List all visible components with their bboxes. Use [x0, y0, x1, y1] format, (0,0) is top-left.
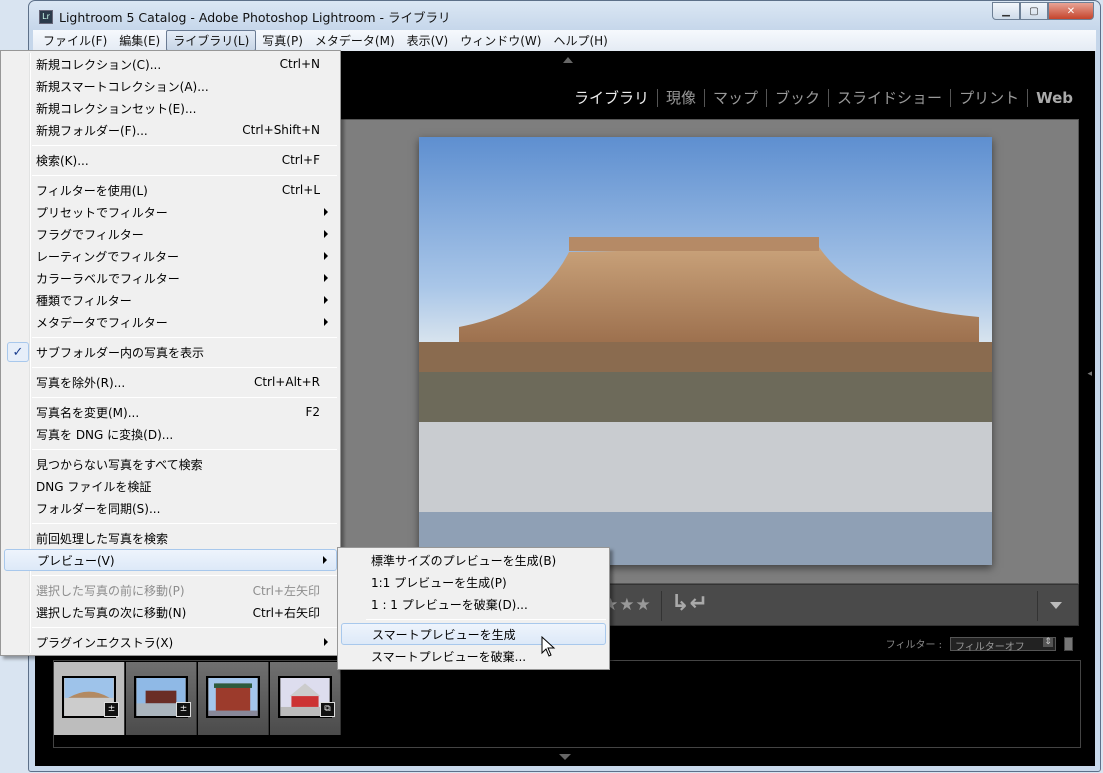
- submenu-arrow-icon: [324, 638, 328, 646]
- menu-item-validate-dng[interactable]: DNG ファイルを検証: [4, 475, 337, 497]
- checkmark-icon: ✓: [7, 342, 29, 362]
- menu-item-build-standard-previews[interactable]: 標準サイズのプレビューを生成(B): [341, 549, 606, 571]
- rating-stars[interactable]: ★★★: [603, 595, 652, 615]
- menu-item-show-subfolders[interactable]: ✓ サブフォルダー内の写真を表示: [4, 341, 337, 363]
- edit-adjust-icon: ±: [176, 702, 191, 717]
- menu-item-filter-by-color-label[interactable]: カラーラベルでフィルター: [4, 267, 337, 289]
- menu-item-new-folder[interactable]: 新規フォルダー(F)... Ctrl+Shift+N: [4, 119, 337, 141]
- menu-metadata[interactable]: メタデータ(M): [309, 31, 401, 50]
- filmstrip-thumbnail[interactable]: [198, 662, 269, 735]
- smart-preview-icon: ⧉: [320, 702, 335, 717]
- title-bar: Lr Lightroom 5 Catalog - Adobe Photoshop…: [39, 7, 451, 26]
- close-button[interactable]: ✕: [1048, 2, 1094, 20]
- submenu-arrow-icon: [324, 318, 328, 326]
- minimize-button[interactable]: ▁: [992, 2, 1020, 20]
- menu-file[interactable]: ファイル(F): [37, 31, 113, 50]
- menu-item-new-smart-collection[interactable]: 新規スマートコレクション(A)...: [4, 75, 337, 97]
- module-library[interactable]: ライブラリ: [566, 87, 657, 108]
- menu-view[interactable]: 表示(V): [401, 31, 455, 50]
- menu-item-convert-to-dng[interactable]: 写真を DNG に変換(D)...: [4, 423, 337, 445]
- menu-item-discard-1to1-previews[interactable]: 1 : 1 プレビューを破棄(D)...: [341, 593, 606, 615]
- menu-bar: ファイル(F) 編集(E) ライブラリ(L) 写真(P) メタデータ(M) 表示…: [33, 30, 1096, 51]
- menu-photo[interactable]: 写真(P): [256, 31, 309, 50]
- mouse-cursor-icon: [541, 636, 556, 657]
- submenu-arrow-icon: [324, 296, 328, 304]
- loupe-view: [340, 119, 1079, 584]
- menu-item-new-collection[interactable]: 新規コレクション(C)... Ctrl+N: [4, 53, 337, 75]
- submenu-arrow-icon: [324, 274, 328, 282]
- module-web[interactable]: Web: [1028, 89, 1081, 107]
- menu-item-filter-by-preset[interactable]: プリセットでフィルター: [4, 201, 337, 223]
- filter-select[interactable]: フィルターオフ: [950, 636, 1056, 653]
- menu-window[interactable]: ウィンドウ(W): [454, 31, 547, 50]
- window-title: Lightroom 5 Catalog - Adobe Photoshop Li…: [59, 10, 451, 25]
- module-map[interactable]: マップ: [705, 87, 766, 108]
- menu-edit[interactable]: 編集(E): [113, 31, 166, 50]
- library-menu-dropdown: 新規コレクション(C)... Ctrl+N 新規スマートコレクション(A)... …: [0, 50, 341, 656]
- menu-item-find-missing[interactable]: 見つからない写真をすべて検索: [4, 453, 337, 475]
- filmstrip-header: フィルター : フィルターオフ: [885, 636, 1073, 653]
- menu-item-discard-smart-previews[interactable]: スマートプレビューを破棄...: [341, 645, 606, 667]
- menu-item-filter-by-metadata[interactable]: メタデータでフィルター: [4, 311, 337, 333]
- menu-item-remove-photos[interactable]: 写真を除外(R)... Ctrl+Alt+R: [4, 371, 337, 393]
- menu-item-find-previous[interactable]: 前回処理した写真を検索: [4, 527, 337, 549]
- filter-toggle-switch[interactable]: [1064, 636, 1073, 651]
- menu-item-build-smart-previews[interactable]: スマートプレビューを生成: [341, 623, 606, 645]
- menu-item-next-photo[interactable]: 選択した写真の次に移動(N) Ctrl+右矢印: [4, 601, 337, 623]
- rotate-left-icon[interactable]: ↳↵: [671, 591, 708, 616]
- collapse-bottom-panel-icon[interactable]: [559, 754, 571, 760]
- maximize-button[interactable]: ▢: [1020, 2, 1048, 20]
- collapse-top-panel-icon[interactable]: [563, 57, 573, 63]
- menu-item-enable-filters[interactable]: フィルターを使用(L) Ctrl+L: [4, 179, 337, 201]
- module-slideshow[interactable]: スライドショー: [829, 87, 950, 108]
- menu-item-sync-folder[interactable]: フォルダーを同期(S)...: [4, 497, 337, 519]
- lightroom-app-icon: Lr: [39, 9, 53, 24]
- submenu-arrow-icon: [324, 208, 328, 216]
- filmstrip-thumbnail[interactable]: ⧉: [270, 662, 341, 735]
- toolbar-options-dropdown-icon[interactable]: [1050, 602, 1062, 609]
- menu-item-find[interactable]: 検索(K)... Ctrl+F: [4, 149, 337, 171]
- submenu-arrow-icon: [324, 252, 328, 260]
- module-print[interactable]: プリント: [951, 87, 1027, 108]
- menu-item-filter-by-flag[interactable]: フラグでフィルター: [4, 223, 337, 245]
- submenu-arrow-icon: [324, 230, 328, 238]
- menu-item-filter-by-kind[interactable]: 種類でフィルター: [4, 289, 337, 311]
- filmstrip: ± ± ⧉: [53, 660, 1081, 748]
- menu-item-plugin-extras[interactable]: プラグインエクストラ(X): [4, 631, 337, 653]
- module-develop[interactable]: 現像: [658, 87, 704, 108]
- preview-submenu: 標準サイズのプレビューを生成(B) 1:1 プレビューを生成(P) 1 : 1 …: [337, 547, 610, 670]
- expand-right-panel-icon[interactable]: ◂: [1087, 369, 1092, 379]
- filmstrip-thumbnail[interactable]: ±: [126, 662, 197, 735]
- menu-item-previews[interactable]: プレビュー(V): [4, 549, 337, 571]
- menu-item-filter-by-rating[interactable]: レーティングでフィルター: [4, 245, 337, 267]
- submenu-arrow-icon: [323, 556, 327, 564]
- module-book[interactable]: ブック: [767, 87, 828, 108]
- menu-item-new-collection-set[interactable]: 新規コレクションセット(E)...: [4, 97, 337, 119]
- menu-item-previous-photo[interactable]: 選択した写真の前に移動(P) Ctrl+左矢印: [4, 579, 337, 601]
- menu-item-rename-photo[interactable]: 写真名を変更(M)... F2: [4, 401, 337, 423]
- edit-adjust-icon: ±: [104, 702, 119, 717]
- menu-library[interactable]: ライブラリ(L): [166, 30, 257, 51]
- menu-item-build-1to1-previews[interactable]: 1:1 プレビューを生成(P): [341, 571, 606, 593]
- filmstrip-thumbnail[interactable]: ±: [54, 662, 125, 735]
- filter-label: フィルター :: [885, 640, 942, 651]
- photo-preview[interactable]: [419, 137, 992, 565]
- module-picker: ライブラリ 現像 マップ ブック スライドショー プリント Web: [566, 87, 1081, 108]
- menu-help[interactable]: ヘルプ(H): [547, 31, 613, 50]
